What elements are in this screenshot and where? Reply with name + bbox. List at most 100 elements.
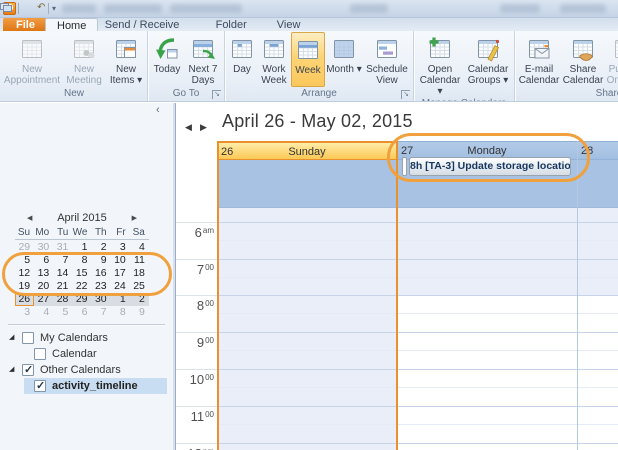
customize-quick-access-icon[interactable]: ▾ [52, 4, 56, 13]
ribbon-button-new-items[interactable]: New Items ▾ [107, 32, 145, 87]
ribbon-button-schedule-view[interactable]: Schedule View [363, 32, 411, 87]
minical-day[interactable]: 30 [34, 241, 53, 254]
minical-day[interactable]: 14 [53, 267, 72, 280]
day-name: Monday [397, 145, 577, 157]
minical-next-month-icon[interactable]: ▶ [132, 214, 137, 224]
minical-day[interactable]: 1 [72, 241, 91, 254]
minical-day[interactable]: 2 [130, 293, 149, 306]
calendar-checkbox[interactable] [34, 348, 46, 360]
minical-day[interactable]: 15 [72, 267, 91, 280]
minical-day[interactable]: 27 [34, 293, 53, 306]
minical-day[interactable]: 3 [15, 306, 34, 319]
ribbon-button-new-appointment[interactable]: New Appointment [3, 32, 61, 87]
minical-day[interactable]: 16 [92, 267, 111, 280]
minical-day[interactable]: 4 [130, 241, 149, 254]
minical-day[interactable]: 30 [92, 293, 111, 306]
expand-collapse-icon[interactable]: ◢ [9, 334, 14, 342]
hour-line [217, 406, 618, 407]
ribbon-button-new-meeting[interactable]: New Meeting [61, 32, 107, 87]
send-receive-icon[interactable] [0, 3, 13, 13]
ribbon: New AppointmentNew MeetingNew Items ▾New… [0, 31, 618, 102]
minical-day[interactable]: 9 [92, 254, 111, 267]
minical-day[interactable]: 8 [72, 254, 91, 267]
event-bar[interactable]: 8h [TA-3] Update storage location [409, 157, 571, 176]
minical-day[interactable]: 10 [111, 254, 130, 267]
minical-day[interactable]: 20 [34, 280, 53, 293]
minical-day[interactable]: 21 [53, 280, 72, 293]
ribbon-button-work-week[interactable]: Work Week [257, 32, 291, 87]
all-day-area[interactable] [217, 160, 397, 207]
dialog-launcher-icon[interactable]: ↘ [212, 90, 221, 99]
minical-day[interactable]: 5 [15, 254, 34, 267]
ribbon-button-e-mail-calendar[interactable]: E-mail Calendar [517, 32, 561, 87]
tab-home[interactable]: Home [45, 18, 98, 31]
check-mark-icon: ✓ [24, 363, 33, 376]
day-column-header-26[interactable]: 26Sunday [217, 141, 397, 160]
minical-day[interactable]: 1 [111, 293, 130, 306]
calendar-checkbox[interactable]: ✓ [34, 380, 46, 392]
ribbon-button-calendar-groups[interactable]: Calendar Groups ▾ [464, 32, 512, 97]
collapse-navpane-button[interactable]: ‹ [156, 104, 160, 116]
minical-day[interactable]: 29 [72, 293, 91, 306]
minical-day[interactable]: 9 [130, 306, 149, 319]
week-icon [295, 35, 321, 65]
minical-day[interactable]: 29 [15, 241, 34, 254]
ribbon-group-label: Share [517, 87, 618, 101]
previous-week-icon[interactable]: ◀ [185, 122, 192, 133]
minical-day[interactable]: 24 [111, 280, 130, 293]
minical-day[interactable]: 26 [15, 293, 34, 306]
all-day-area[interactable] [577, 160, 618, 207]
ribbon-button-open-calendar[interactable]: Open Calendar ▾ [416, 32, 464, 97]
minical-day[interactable]: 7 [92, 306, 111, 319]
dialog-launcher-icon[interactable]: ↘ [401, 90, 410, 99]
minical-day[interactable]: 5 [53, 306, 72, 319]
minical-day[interactable]: 19 [15, 280, 34, 293]
minical-day[interactable]: 18 [130, 267, 149, 280]
navigation-pane: ◀ April 2015 ▶ SuMoTuWeThFrSa 2930311234… [0, 103, 173, 450]
ribbon-button-publish-online[interactable]: Publish Online ▾ [605, 32, 618, 87]
schedule-view-icon [374, 34, 400, 64]
minical-day[interactable]: 13 [34, 267, 53, 280]
ribbon-button-month[interactable]: Month ▾ [325, 32, 363, 87]
next-week-icon[interactable]: ▶ [200, 122, 207, 133]
event-category-strip [402, 157, 407, 176]
minical-day[interactable]: 31 [53, 241, 72, 254]
minical-weekday-row: SuMoTuWeThFrSa [15, 227, 149, 240]
sidebar-item-my-calendars[interactable]: ◢My Calendars [0, 330, 173, 346]
minical-day[interactable]: 2 [92, 241, 111, 254]
minical-day[interactable]: 22 [72, 280, 91, 293]
tab-view[interactable]: View [266, 18, 312, 31]
ribbon-button-today[interactable]: Today [150, 32, 184, 87]
tab-file[interactable]: File [3, 18, 48, 31]
minical-day[interactable]: 25 [130, 280, 149, 293]
minical-day[interactable]: 17 [111, 267, 130, 280]
sidebar-item-calendar[interactable]: Calendar [0, 346, 173, 362]
ribbon-button-day[interactable]: Day [227, 32, 257, 87]
calendar-checkbox[interactable] [22, 332, 34, 344]
minical-day[interactable]: 12 [15, 267, 34, 280]
tab-send-receive[interactable]: Send / Receive [94, 18, 191, 31]
ribbon-button-share-calendar[interactable]: Share Calendar [561, 32, 605, 87]
calendar-checkbox[interactable]: ✓ [22, 364, 34, 376]
minical-day[interactable]: 23 [92, 280, 111, 293]
day-column-header-28[interactable]: 28 [577, 141, 618, 160]
tab-folder[interactable]: Folder [205, 18, 258, 31]
minical-day[interactable]: 6 [34, 254, 53, 267]
ribbon-group-label: Arrange↘ [227, 87, 411, 101]
new-items-icon [113, 34, 139, 64]
undo-icon[interactable]: ↶ [37, 2, 45, 13]
expand-collapse-icon[interactable]: ◢ [9, 366, 14, 374]
minical-day[interactable]: 6 [72, 306, 91, 319]
sidebar-item-activity-timeline[interactable]: ✓activity_timeline [0, 378, 173, 394]
sidebar-item-other-calendars[interactable]: ◢✓Other Calendars [0, 362, 173, 378]
ribbon-button-week[interactable]: Week [291, 32, 325, 87]
minical-prev-month-icon[interactable]: ◀ [27, 214, 32, 224]
minical-day[interactable]: 28 [53, 293, 72, 306]
minical-day[interactable]: 8 [111, 306, 130, 319]
minical-day[interactable]: 4 [34, 306, 53, 319]
email-calendar-icon [526, 34, 552, 64]
minical-day[interactable]: 7 [53, 254, 72, 267]
minical-day[interactable]: 3 [111, 241, 130, 254]
ribbon-button-next-7-days[interactable]: Next 7 Days [184, 32, 222, 87]
minical-day[interactable]: 11 [130, 254, 149, 267]
